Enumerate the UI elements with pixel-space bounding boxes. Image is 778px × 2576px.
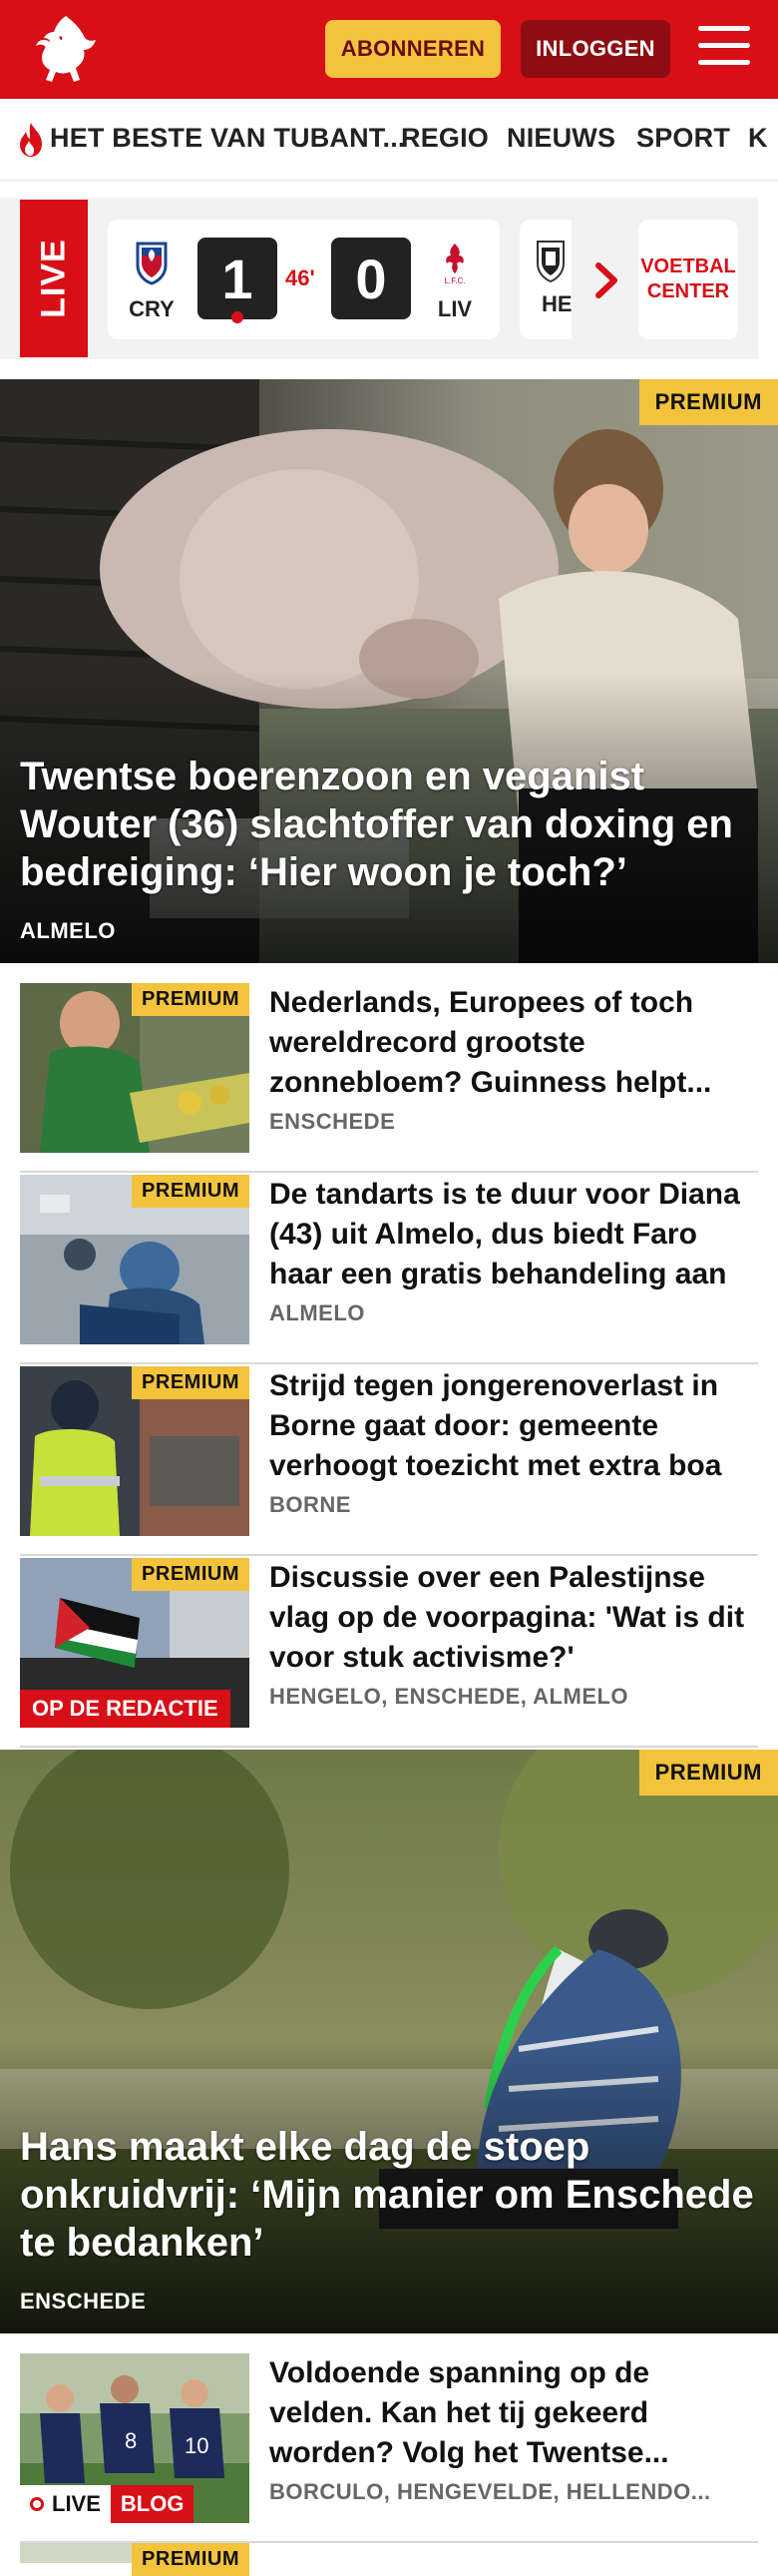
chevron-right-icon[interactable]: [586, 258, 626, 303]
article-title[interactable]: Discussie over een Palestijnse vlag op d…: [269, 1558, 758, 1678]
article-title[interactable]: Nederlands, Europees of toch wereldrecor…: [269, 983, 758, 1103]
article-title[interactable]: Strijd tegen jongerenoverlast in Borne g…: [269, 1366, 758, 1486]
hero-location-1: ALMELO: [20, 918, 116, 943]
next-team-abbr: HE: [542, 291, 572, 316]
menu-icon[interactable]: [698, 26, 750, 72]
premium-badge: PREMIUM: [132, 1558, 249, 1591]
list-item[interactable]: PREMIUM Strijd tegen jongerenoverlast in…: [20, 1366, 758, 1556]
article-thumbnail: PREMIUM OP DE REDACTIE: [20, 1558, 249, 1728]
match-card[interactable]: CRY 1 46' 0 L.F.C. LIV: [108, 220, 500, 339]
hero-article-2[interactable]: PREMIUM Hans maakt elke dag de stoep onk…: [0, 1750, 778, 2333]
voetbal-center-link[interactable]: VOETBAL CENTER: [638, 220, 738, 339]
premium-badge: PREMIUM: [132, 2543, 249, 2576]
subscribe-button[interactable]: ABONNEREN: [325, 20, 501, 78]
article-title[interactable]: Voldoende spanning op de velden. Kan het…: [269, 2353, 758, 2473]
nav-item-regio[interactable]: REGIO: [401, 123, 489, 154]
home-score: 1: [197, 238, 277, 319]
svg-text:10: 10: [185, 2433, 208, 2458]
premium-badge: PREMIUM: [638, 1750, 778, 1796]
next-article-thumbnail: PREMIUM: [20, 2543, 249, 2576]
match-minute: 46': [285, 265, 315, 290]
section-nav: HET BESTE VAN TUBANT... REGIO NIEUWS SPO…: [0, 99, 778, 181]
premium-badge: PREMIUM: [132, 1366, 249, 1399]
article-thumbnail: PREMIUM: [20, 1366, 249, 1536]
team-crest-icon: [537, 241, 565, 283]
op-de-redactie-tag: OP DE REDACTIE: [20, 1690, 230, 1728]
flame-icon: [20, 123, 42, 157]
hero-article-1[interactable]: PREMIUM Twentse boerenzoon en veganist W…: [0, 379, 778, 963]
next-match-card[interactable]: HE: [520, 220, 572, 339]
crystal-palace-crest-icon: [136, 242, 168, 285]
hero-title-1[interactable]: Twentse boerenzoon en veganist Wouter (3…: [20, 753, 758, 896]
article-location: BORCULO, HENGEVELDE, HELLENDO...: [269, 2479, 711, 2504]
home-team-abbr: CRY: [129, 296, 175, 321]
nav-item-k[interactable]: K: [748, 123, 768, 154]
live-label: LIVE: [20, 200, 88, 357]
list-item[interactable]: PREMIUM OP DE REDACTIE Discussie over ee…: [20, 1558, 758, 1748]
login-button[interactable]: INLOGGEN: [521, 20, 670, 78]
svg-text:8: 8: [125, 2428, 137, 2453]
premium-badge: PREMIUM: [132, 983, 249, 1016]
article-location: ALMELO: [269, 1300, 365, 1325]
live-dot-icon: [30, 2497, 44, 2511]
list-item[interactable]: 8 10 LIVE BLOG Voldoende spanning op de …: [20, 2353, 758, 2543]
article-title[interactable]: De tandarts is te duur voor Diana (43) u…: [269, 1175, 758, 1294]
list-item[interactable]: PREMIUM Nederlands, Europees of toch wer…: [20, 983, 758, 1173]
article-location: ENSCHEDE: [269, 1109, 396, 1134]
article-location: BORNE: [269, 1492, 351, 1517]
nav-item-het-beste[interactable]: HET BESTE VAN TUBANT...: [50, 123, 406, 154]
home-team: CRY: [122, 240, 182, 322]
list-item[interactable]: PREMIUM De tandarts is te duur voor Dian…: [20, 1175, 758, 1364]
article-thumbnail: PREMIUM: [20, 983, 249, 1153]
article-location: HENGELO, ENSCHEDE, ALMELO: [269, 1684, 629, 1709]
tubantia-horse-logo-icon[interactable]: [20, 10, 104, 90]
nav-item-sport[interactable]: SPORT: [636, 123, 730, 154]
article-thumbnail: PREMIUM: [20, 1175, 249, 1344]
away-team-abbr: LIV: [437, 296, 473, 321]
article-thumbnail: 8 10 LIVE BLOG: [20, 2353, 249, 2523]
liverpool-crest-icon: L.F.C.: [445, 244, 466, 285]
away-team: L.F.C. LIV: [425, 240, 485, 322]
live-dot-icon: [231, 311, 243, 323]
hero-location-2: ENSCHEDE: [20, 2289, 147, 2314]
hero-title-2[interactable]: Hans maakt elke dag de stoep onkruidvrij…: [20, 2123, 758, 2267]
nav-item-nieuws[interactable]: NIEUWS: [507, 123, 615, 154]
premium-badge: PREMIUM: [638, 379, 778, 425]
site-header: ABONNEREN INLOGGEN: [0, 0, 778, 99]
svg-text:L.F.C.: L.F.C.: [445, 276, 466, 285]
live-blog-tag: LIVE BLOG: [20, 2485, 194, 2523]
premium-badge: PREMIUM: [132, 1175, 249, 1208]
away-score: 0: [331, 238, 411, 319]
